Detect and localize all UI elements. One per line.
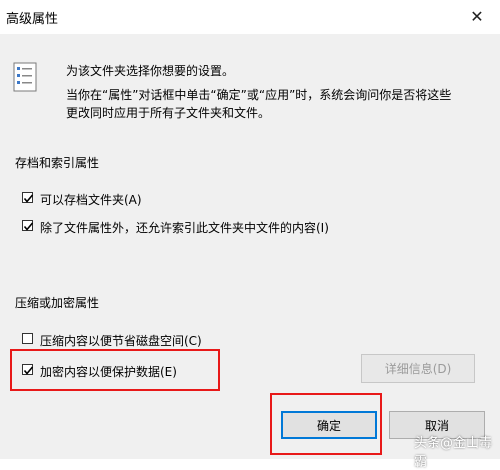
window-title: 高级属性 (6, 12, 59, 27)
index-checkbox-label[interactable]: 除了文件属性外，还允许索引此文件夹中文件的内容(I) (40, 219, 329, 236)
close-button[interactable]: ✕ (454, 0, 500, 32)
intro-text-line3: 更改同时应用于所有子文件夹和文件。 (66, 106, 271, 120)
checkmark-icon (23, 222, 34, 231)
details-button[interactable]: 详细信息(D) (361, 354, 475, 383)
folder-settings-icon (13, 62, 37, 92)
archive-section-heading: 存档和索引属性 (15, 156, 100, 170)
compress-section-heading: 压缩或加密属性 (15, 296, 100, 310)
compress-checkbox[interactable] (22, 333, 33, 344)
checkmark-icon (23, 194, 34, 203)
watermark-text: 头条@金山毒霸 (414, 436, 493, 470)
watermark: 头条@金山毒霸 (414, 432, 500, 470)
archive-checkbox[interactable] (22, 192, 34, 203)
archive-checkbox-label[interactable]: 可以存档文件夹(A) (40, 191, 142, 208)
close-icon: ✕ (470, 6, 484, 26)
encrypt-highlight-box (10, 349, 220, 391)
ok-highlight-box (270, 393, 382, 455)
index-checkbox[interactable] (22, 220, 34, 231)
title-bar: 高级属性 ✕ (0, 0, 500, 32)
compress-checkbox-label[interactable]: 压缩内容以便节省磁盘空间(C) (40, 332, 202, 349)
intro-text-line1: 为该文件夹选择你想要的设置。 (66, 64, 235, 78)
intro-text-line2: 当你在“属性”对话框中单击“确定”或“应用”时，系统会询问你是否将这些 (66, 88, 452, 102)
